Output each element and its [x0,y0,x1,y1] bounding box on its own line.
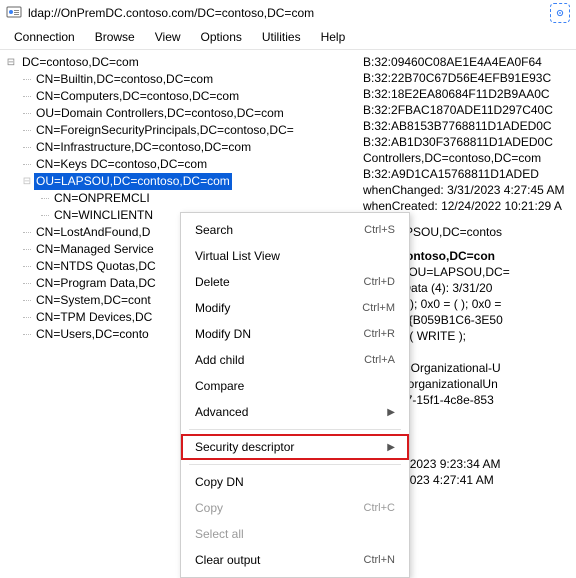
tree-item[interactable]: CN=Infrastructure,DC=contoso,DC=com [2,139,351,156]
detail-line: B:32:AB8153B7768811D1ADED0C [363,118,574,134]
tree-item[interactable]: CN=Keys DC=contoso,DC=com [2,156,351,173]
menuitem-virtual-list-view[interactable]: Virtual List View [181,243,409,269]
menuitem-select-all: Select all [181,521,409,547]
detail-line: B:32:09460C08AE1E4A4EA0F64 [363,54,574,70]
detail-line: Controllers,DC=contoso,DC=com [363,150,574,166]
collapse-icon[interactable]: ⊟ [20,173,34,190]
menuitem-compare[interactable]: Compare [181,373,409,399]
tree-item[interactable]: CN=ForeignSecurityPrincipals,DC=contoso,… [2,122,351,139]
menu-options[interactable]: Options [191,28,252,47]
screen-clip-icon[interactable] [550,3,570,23]
tree-item-selected[interactable]: ⊟OU=LAPSOU,DC=contoso,DC=com [2,173,351,190]
tree-item[interactable]: CN=Builtin,DC=contoso,DC=com [2,71,351,88]
tree-item[interactable]: CN=Computers,DC=contoso,DC=com [2,88,351,105]
menu-connection[interactable]: Connection [4,28,85,47]
menu-view[interactable]: View [145,28,191,47]
menu-bar: Connection Browse View Options Utilities… [0,26,576,50]
menuitem-advanced[interactable]: Advanced▶ [181,399,409,425]
separator [189,429,401,430]
tree-item[interactable]: OU=Domain Controllers,DC=contoso,DC=com [2,105,351,122]
context-menu: SearchCtrl+S Virtual List View DeleteCtr… [180,212,410,578]
menuitem-modify[interactable]: ModifyCtrl+M [181,295,409,321]
window-titlebar: ldap://OnPremDC.contoso.com/DC=contoso,D… [0,0,576,26]
menuitem-copy: CopyCtrl+C [181,495,409,521]
collapse-icon[interactable]: ⊟ [2,54,20,71]
detail-line: B:32:18E2EA80684F11D2B9AA0C [363,86,574,102]
app-icon [6,5,22,21]
address-text: ldap://OnPremDC.contoso.com/DC=contoso,D… [28,6,550,20]
tree-root[interactable]: ⊟ DC=contoso,DC=com [2,54,351,71]
menuitem-security-descriptor[interactable]: Security descriptor▶ [181,434,409,460]
menuitem-search[interactable]: SearchCtrl+S [181,217,409,243]
chevron-right-icon: ▶ [387,442,395,453]
chevron-right-icon: ▶ [387,407,395,418]
detail-line: B:32:A9D1CA15768811D1ADED [363,166,574,182]
menu-browse[interactable]: Browse [85,28,145,47]
detail-line: whenChanged: 3/31/2023 4:27:45 AM [363,182,574,198]
tree-item[interactable]: CN=ONPREMCLI [2,190,351,207]
menuitem-modify-dn[interactable]: Modify DNCtrl+R [181,321,409,347]
menuitem-clear-output[interactable]: Clear outputCtrl+N [181,547,409,573]
menuitem-add-child[interactable]: Add childCtrl+A [181,347,409,373]
menu-help[interactable]: Help [311,28,356,47]
menuitem-copy-dn[interactable]: Copy DN [181,469,409,495]
menu-utilities[interactable]: Utilities [252,28,311,47]
separator [189,464,401,465]
detail-line: B:32:22B70C67D56E4EFB91E93C [363,70,574,86]
menuitem-delete[interactable]: DeleteCtrl+D [181,269,409,295]
detail-line: B:32:AB1D30F3768811D1ADED0C [363,134,574,150]
detail-line: B:32:2FBAC1870ADE11D297C40C [363,102,574,118]
